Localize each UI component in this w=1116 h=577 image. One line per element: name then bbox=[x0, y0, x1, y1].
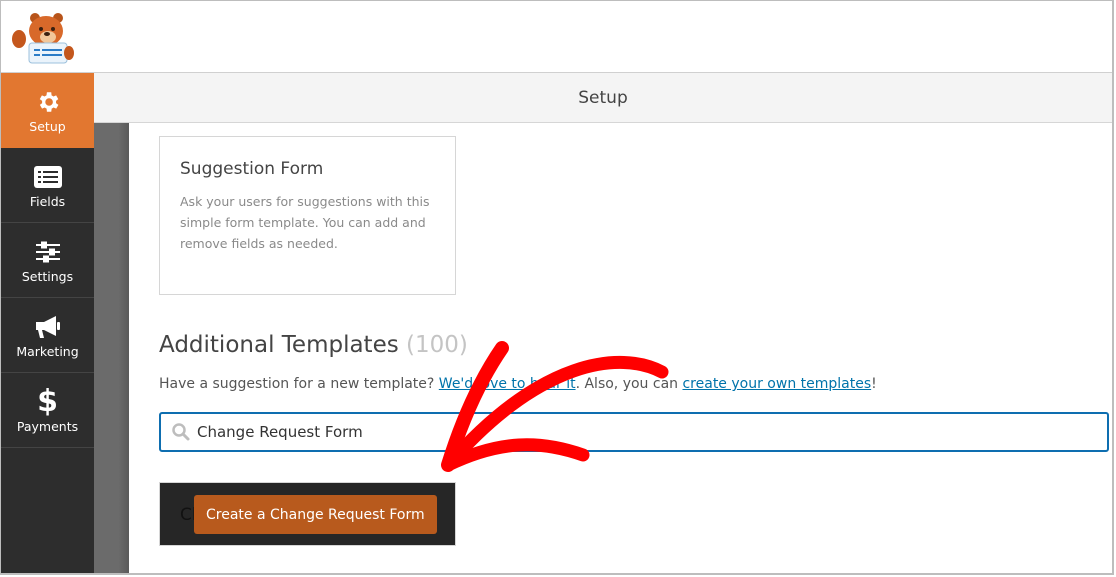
template-result-card[interactable]: Ch Create a Change Request Form bbox=[159, 482, 456, 546]
sidebar-item-fields[interactable]: Fields bbox=[1, 148, 94, 223]
sidebar: Setup Fields Settings Marketing $ Paymen… bbox=[1, 73, 94, 573]
sidebar-item-label: Setup bbox=[29, 118, 66, 134]
template-search-input[interactable] bbox=[197, 423, 1107, 441]
sidebar-item-setup[interactable]: Setup bbox=[1, 73, 94, 148]
desc-text: Have a suggestion for a new template? bbox=[159, 376, 439, 392]
sidebar-item-label: Settings bbox=[21, 268, 74, 284]
sidebar-item-label: Marketing bbox=[16, 343, 79, 359]
template-search-box[interactable] bbox=[159, 412, 1109, 452]
sidebar-item-label: Fields bbox=[29, 193, 66, 209]
create-form-button[interactable]: Create a Change Request Form bbox=[194, 495, 437, 534]
sidebar-item-marketing[interactable]: Marketing bbox=[1, 298, 94, 373]
template-card-title: Suggestion Form bbox=[180, 159, 324, 179]
bear-logo-icon bbox=[12, 13, 74, 64]
additional-templates-description: Have a suggestion for a new template? We… bbox=[159, 376, 877, 392]
top-bar bbox=[1, 1, 1112, 73]
sidebar-item-settings[interactable]: Settings bbox=[1, 223, 94, 298]
megaphone-icon bbox=[34, 312, 62, 342]
collapsed-panel bbox=[94, 123, 129, 573]
create-own-templates-link[interactable]: create your own templates bbox=[682, 376, 871, 392]
additional-templates-count: (100) bbox=[406, 332, 468, 358]
list-icon bbox=[33, 162, 63, 192]
additional-templates-heading: Additional Templates (100) bbox=[159, 332, 468, 358]
sidebar-item-payments[interactable]: $ Payments bbox=[1, 373, 94, 448]
sliders-icon bbox=[35, 237, 61, 267]
suggest-template-link[interactable]: We'd love to hear it bbox=[439, 376, 576, 392]
additional-templates-title: Additional Templates bbox=[159, 332, 399, 358]
template-card-suggestion-form[interactable]: Suggestion Form Ask your users for sugge… bbox=[159, 136, 456, 295]
main-content: Suggestion Form Ask your users for sugge… bbox=[129, 124, 1112, 573]
page-title: Setup bbox=[578, 87, 628, 108]
page-header: Setup bbox=[94, 73, 1112, 123]
template-card-description: Ask your users for suggestions with this… bbox=[180, 194, 430, 251]
sidebar-item-label: Payments bbox=[16, 418, 79, 434]
app-window: Setup Fields Settings Marketing $ Paymen… bbox=[0, 0, 1114, 575]
search-icon bbox=[172, 423, 190, 441]
gear-icon bbox=[35, 87, 61, 117]
dollar-icon: $ bbox=[37, 383, 58, 419]
desc-text: ! bbox=[871, 376, 877, 392]
desc-text: . Also, you can bbox=[575, 376, 683, 392]
